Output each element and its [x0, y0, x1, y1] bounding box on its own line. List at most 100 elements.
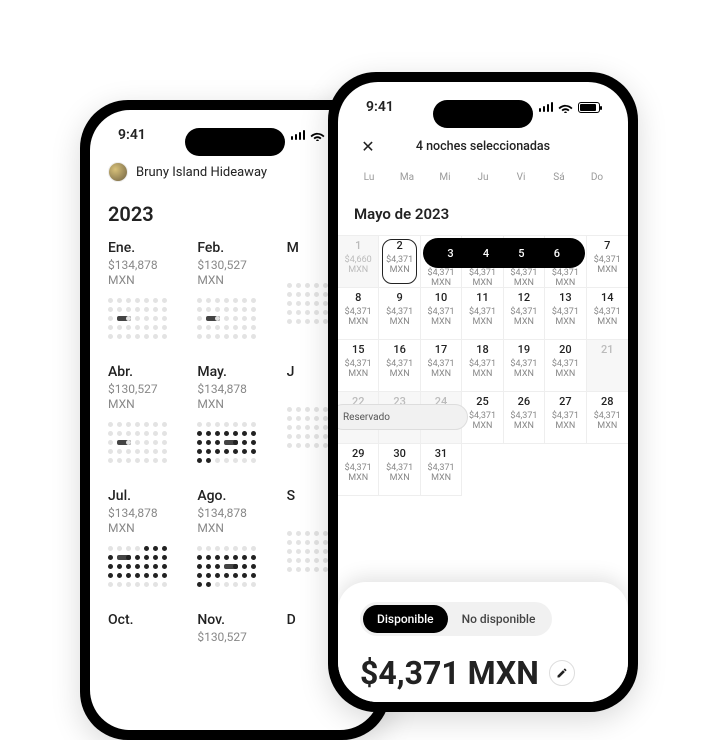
calendar-day-17[interactable]: 17$4,371MXN	[421, 340, 462, 392]
day-currency: MXN	[462, 421, 502, 431]
weekday-label: Ma	[388, 172, 426, 183]
weekday-label: Vi	[502, 172, 540, 183]
selected-day: 6	[539, 247, 574, 260]
weekday-label: Lu	[350, 172, 388, 183]
weekday-label: Sá	[540, 172, 578, 183]
calendar-day-14[interactable]: 14$4,371MXN	[587, 288, 628, 340]
mini-calendar	[108, 298, 183, 340]
day-currency: MXN	[338, 317, 378, 327]
day-currency: MXN	[421, 317, 461, 327]
day-currency: MXN	[338, 473, 378, 483]
day-currency: MXN	[379, 473, 419, 483]
calendar-day-29[interactable]: 29$4,371MXN	[338, 444, 379, 496]
day-currency: MXN	[545, 317, 585, 327]
month-name: Ago.	[197, 488, 272, 504]
mini-calendar	[108, 546, 183, 588]
month-name: Ene.	[108, 240, 183, 256]
day-price: $4,371	[545, 359, 585, 369]
calendar-day-21[interactable]: 21	[587, 340, 628, 392]
day-number: 12	[504, 292, 544, 305]
listing-name[interactable]: Bruny Island Hideaway	[136, 165, 267, 180]
day-currency: MXN	[504, 369, 544, 379]
month-cell-abr[interactable]: Abr. $130,527MXN	[108, 364, 183, 464]
month-title: Mayo de 2023	[338, 191, 628, 235]
month-cell-jul[interactable]: Jul. $134,878MXN	[108, 488, 183, 588]
calendar-day-1[interactable]: 1$4,660MXN	[338, 236, 379, 288]
month-cell-ago[interactable]: Ago. $134,878MXN	[197, 488, 272, 588]
day-price: $4,371	[338, 307, 378, 317]
day-number: 18	[462, 344, 502, 357]
phone-notch	[433, 100, 533, 128]
day-price: $4,371	[587, 307, 628, 317]
weekday-row: Lu Ma Mi Ju Vi Sá Do	[338, 168, 628, 191]
calendar-day-25[interactable]: 25$4,371MXN	[462, 392, 503, 444]
calendar-day-18[interactable]: 18$4,371MXN	[462, 340, 503, 392]
calendar-day-7[interactable]: 7$4,371MXN	[587, 236, 628, 288]
month-price: $130,527MXN	[108, 382, 183, 412]
month-cell-may[interactable]: May. $134,878MXN	[197, 364, 272, 464]
day-number: 19	[504, 344, 544, 357]
calendar-day-16[interactable]: 16$4,371MXN	[379, 340, 420, 392]
calendar-day-8[interactable]: 8$4,371MXN	[338, 288, 379, 340]
month-cell-oct[interactable]: Oct.	[108, 612, 183, 645]
day-currency: MXN	[421, 473, 461, 483]
calendar-day-31[interactable]: 31$4,371MXN	[421, 444, 462, 496]
calendar-day-26[interactable]: 26$4,371MXN	[504, 392, 545, 444]
day-currency: MXN	[545, 421, 585, 431]
price-bottom-sheet: Disponible No disponible $4,371 MXN	[338, 582, 628, 702]
month-name: Abr.	[108, 364, 183, 380]
month-cell-ene[interactable]: Ene. $134,878MXN	[108, 240, 183, 340]
day-number: 1	[338, 240, 378, 253]
day-price: $4,371	[421, 268, 461, 278]
segment-available[interactable]: Disponible	[363, 605, 448, 633]
day-currency: MXN	[587, 265, 628, 275]
day-currency: MXN	[462, 278, 502, 288]
phone-month-calendar: 9:41 ✕ 4 noches seleccionadas Lu Ma Mi J…	[328, 72, 638, 712]
calendar-day-15[interactable]: 15$4,371MXN	[338, 340, 379, 392]
month-cell-nov[interactable]: Nov. $130,527	[197, 612, 272, 645]
day-price: $4,371	[504, 268, 544, 278]
status-time: 9:41	[366, 99, 394, 115]
day-price: $4,371	[379, 255, 419, 265]
calendar-day-28[interactable]: 28$4,371MXN	[587, 392, 628, 444]
reserved-pill[interactable]: Reservado	[338, 404, 468, 430]
day-number: 15	[338, 344, 378, 357]
day-price: $4,371	[587, 411, 628, 421]
selected-day: 3	[433, 247, 468, 260]
close-icon[interactable]: ✕	[356, 134, 380, 158]
day-currency: MXN	[421, 278, 461, 288]
edit-price-button[interactable]	[549, 660, 575, 686]
calendar-day-9[interactable]: 9$4,371MXN	[379, 288, 420, 340]
listing-avatar[interactable]	[108, 162, 128, 182]
day-number: 20	[545, 344, 585, 357]
calendar-day-30[interactable]: 30$4,371MXN	[379, 444, 420, 496]
day-currency: MXN	[338, 265, 378, 275]
day-price: $4,371	[421, 463, 461, 473]
selected-day: 4	[468, 247, 503, 260]
day-price: $4,371	[379, 307, 419, 317]
calendar-day-11[interactable]: 11$4,371MXN	[462, 288, 503, 340]
phone-notch	[185, 128, 285, 156]
calendar-day-20[interactable]: 20$4,371MXN	[545, 340, 586, 392]
day-price: $4,371	[338, 463, 378, 473]
day-number: 9	[379, 292, 419, 305]
day-currency: MXN	[379, 265, 419, 275]
month-cell-feb[interactable]: Feb. $130,527MXN	[197, 240, 272, 340]
day-number: 27	[545, 396, 585, 409]
day-price: $4,371	[462, 359, 502, 369]
calendar-day-10[interactable]: 10$4,371MXN	[421, 288, 462, 340]
selected-range-pill[interactable]: 3 4 5 6	[423, 238, 585, 268]
calendar-day-27[interactable]: 27$4,371MXN	[545, 392, 586, 444]
calendar-day-19[interactable]: 19$4,371MXN	[504, 340, 545, 392]
month-price	[108, 630, 183, 645]
calendar-day-13[interactable]: 13$4,371MXN	[545, 288, 586, 340]
calendar-grid: 1$4,660MXN2$4,371MXN3$4,371MXN4$4,371MXN…	[338, 235, 628, 496]
availability-segmented-control[interactable]: Disponible No disponible	[360, 602, 552, 636]
day-currency: MXN	[504, 317, 544, 327]
reserved-label: Reservado	[343, 412, 390, 423]
calendar-day-2[interactable]: 2$4,371MXN	[379, 236, 420, 288]
weekday-label: Ju	[464, 172, 502, 183]
segment-unavailable[interactable]: No disponible	[448, 605, 550, 633]
day-currency: MXN	[338, 369, 378, 379]
calendar-day-12[interactable]: 12$4,371MXN	[504, 288, 545, 340]
